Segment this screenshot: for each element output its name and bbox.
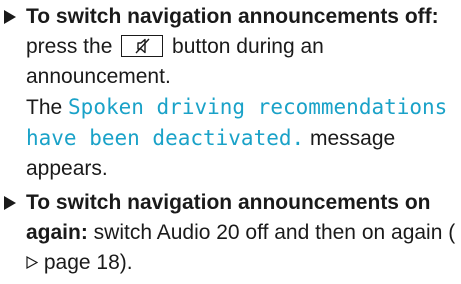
instruction-step-1: To switch navigation announcements off: …: [3, 2, 458, 184]
step-triangle-icon: [3, 188, 19, 218]
mute-speaker-icon: [135, 38, 150, 54]
instruction-step-2: To switch navigation announcements on ag…: [3, 188, 458, 278]
step-1-text: To switch navigation announcements off: …: [26, 2, 458, 184]
step-2-text: To switch navigation announcements on ag…: [26, 188, 458, 278]
step-1-heading: To switch navigation announcements off:: [26, 5, 439, 28]
step-2-text-body: switch Audio 20 off and then on again (: [87, 221, 456, 244]
step-triangle-icon: [3, 2, 19, 32]
page-reference-text: page 18).: [38, 251, 133, 274]
step-1-line2-prefix: The: [26, 96, 69, 119]
step-1-text-before-key: press the: [26, 35, 119, 58]
page-reference-triangle-icon: [26, 248, 39, 278]
mute-key: [121, 35, 164, 57]
